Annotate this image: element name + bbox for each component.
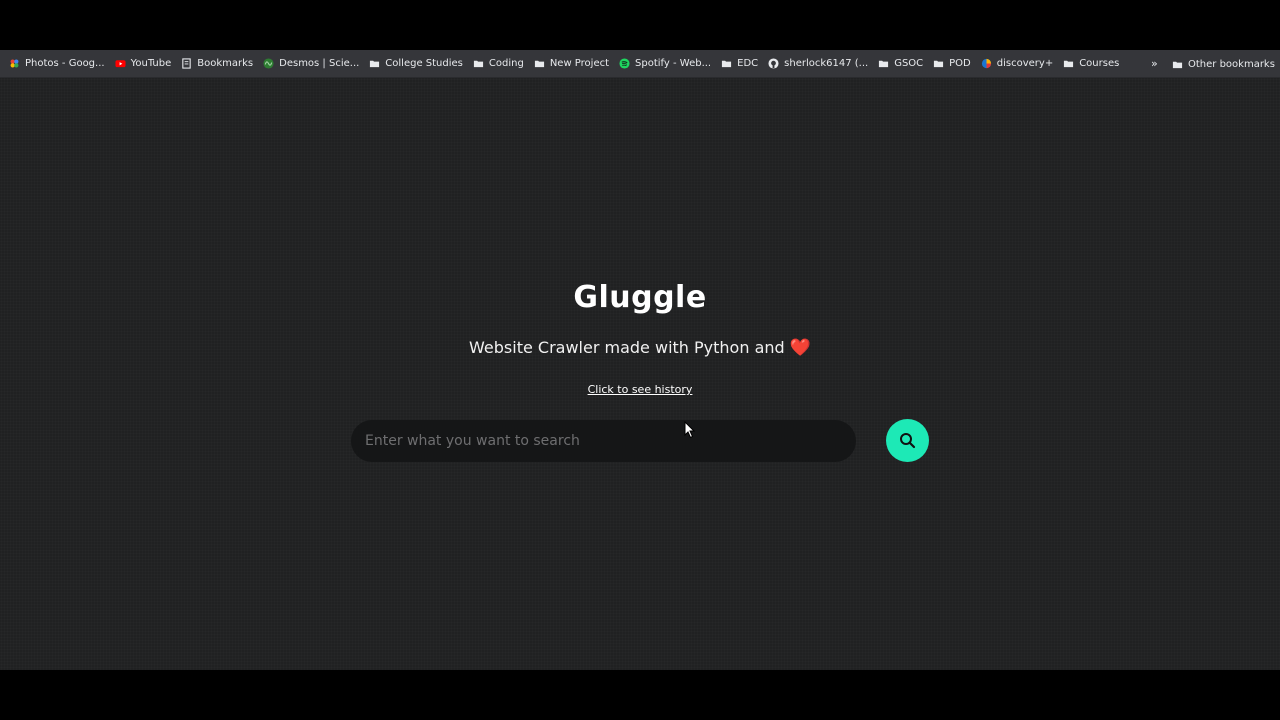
bookmark-desmos[interactable]: Desmos | Scie...: [263, 58, 359, 69]
folder-icon: [473, 60, 483, 68]
bookmark-label: POD: [949, 58, 971, 69]
youtube-icon: [115, 60, 126, 68]
folder-icon: [370, 60, 380, 68]
bookmark-label: GSOC: [894, 58, 924, 69]
folder-icon: [1172, 61, 1183, 68]
search-icon: [900, 433, 916, 449]
subtitle-text: Website Crawler made with Python and: [469, 338, 785, 357]
desmos-icon: [263, 58, 274, 69]
bookmark-label: sherlock6147 (...: [784, 58, 869, 69]
bookmark-label: New Project: [549, 58, 610, 69]
page-subtitle: Website Crawler made with Python and ❤️: [0, 338, 1280, 358]
spotify-icon: [619, 58, 630, 69]
bookmark-github[interactable]: sherlock6147 (...: [768, 58, 868, 69]
search-button[interactable]: [886, 419, 929, 462]
bookmarks-bar: Photos - Goog... YouTube Bookmarks Desmo…: [0, 50, 1280, 78]
bookmark-college-studies[interactable]: College Studies: [369, 58, 463, 69]
folder-icon: [879, 60, 889, 68]
other-bookmarks-button[interactable]: Other bookmarks: [1172, 50, 1275, 78]
bookmark-label: EDC: [737, 58, 759, 69]
bookmarks-overflow-button[interactable]: »: [1151, 57, 1158, 70]
folder-icon: [722, 60, 732, 68]
bookmark-new-project[interactable]: New Project: [534, 58, 609, 69]
bookmark-photos[interactable]: Photos - Goog...: [9, 58, 105, 69]
bookmark-label: Desmos | Scie...: [279, 58, 360, 69]
bookmark-label: Spotify - Web...: [635, 58, 712, 69]
bookmark-label: Bookmarks: [197, 58, 254, 69]
browser-window: Photos - Goog... YouTube Bookmarks Desmo…: [0, 50, 1280, 670]
bookmark-label: discovery+: [996, 58, 1054, 69]
bookmark-label: Photos - Goog...: [25, 58, 105, 69]
discovery-icon: [981, 58, 991, 69]
folder-icon: [534, 60, 544, 68]
history-link[interactable]: Click to see history: [588, 383, 693, 396]
bookmark-label: College Studies: [385, 58, 463, 69]
github-icon: [768, 58, 779, 69]
bookmark-gsoc[interactable]: GSOC: [878, 58, 923, 69]
search-input[interactable]: [351, 420, 856, 462]
history-link-container: Click to see history: [0, 378, 1280, 397]
bookmark-pod[interactable]: POD: [933, 58, 971, 69]
google-photos-icon: [10, 59, 19, 68]
bookmarks-icon: [182, 58, 191, 69]
heart-icon: ❤️: [789, 338, 811, 358]
other-bookmarks-label: Other bookmarks: [1188, 58, 1275, 70]
page-content: Gluggle Website Crawler made with Python…: [0, 78, 1280, 670]
bookmark-courses[interactable]: Courses: [1063, 58, 1119, 69]
folder-icon: [1064, 60, 1074, 68]
bookmark-edc[interactable]: EDC: [721, 58, 758, 69]
bookmark-label: YouTube: [130, 58, 172, 69]
page-title: Gluggle: [573, 280, 707, 315]
bookmark-label: Coding: [488, 58, 524, 69]
screen: Photos - Goog... YouTube Bookmarks Desmo…: [0, 0, 1280, 720]
mouse-cursor-icon: [684, 421, 696, 439]
bookmark-discovery[interactable]: discovery+: [981, 58, 1053, 69]
bookmark-bookmarks[interactable]: Bookmarks: [181, 58, 253, 69]
bookmark-label: Courses: [1079, 58, 1120, 69]
bookmark-youtube[interactable]: YouTube: [115, 58, 172, 69]
folder-icon: [934, 60, 944, 68]
bookmark-coding[interactable]: Coding: [473, 58, 524, 69]
bookmark-spotify[interactable]: Spotify - Web...: [619, 58, 711, 69]
